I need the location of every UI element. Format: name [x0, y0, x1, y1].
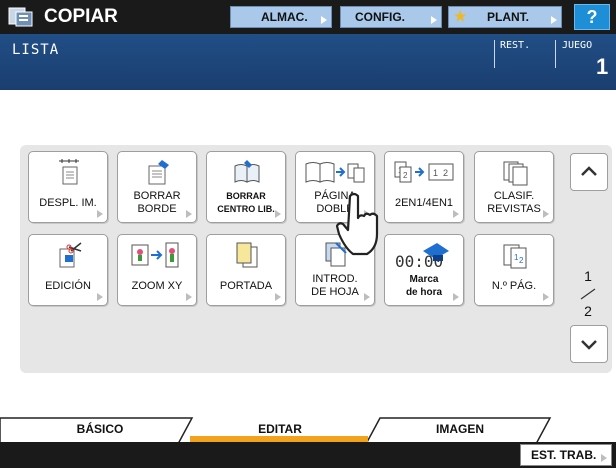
juego-value: 1: [596, 54, 609, 79]
xy-zoom-label: ZOOM XY: [131, 279, 183, 292]
magazine-sort-button[interactable]: CLASIF. REVISTAS: [474, 151, 554, 223]
triangle-icon: [431, 16, 437, 24]
edge-erase-button[interactable]: BORRAR BORDE: [117, 151, 197, 223]
svg-text:2: 2: [403, 171, 408, 180]
scroll-down-button[interactable]: [570, 325, 608, 363]
two-in-one-icon: 1 2 1 2: [394, 161, 454, 183]
triangle-icon: [275, 210, 281, 218]
job-status-button[interactable]: EST. TRAB.: [520, 444, 612, 466]
triangle-icon: [275, 293, 281, 301]
chevron-up-icon: [581, 166, 597, 176]
magazine-sort-icon: [503, 161, 528, 186]
svg-text:1: 1: [433, 168, 438, 178]
triangle-icon: [601, 454, 607, 462]
xy-zoom-icon: [131, 242, 179, 268]
two-in-one-label: 2EN1/4EN1: [394, 196, 454, 209]
config-label: CONFIG.: [355, 10, 405, 24]
book-center-erase-icon: [234, 160, 260, 183]
rest-label: REST.: [500, 40, 531, 51]
triangle-icon: [453, 210, 459, 218]
two-in-one-button[interactable]: 1 2 1 2 2EN1/4EN1: [384, 151, 464, 223]
config-button[interactable]: CONFIG.: [340, 6, 442, 28]
page-divider: [580, 288, 596, 300]
magazine-sort-label: CLASIF. REVISTAS: [487, 190, 541, 215]
top-bar: COPIAR ALMAC. CONFIG. ★ PLANT. ?: [0, 0, 616, 34]
page-number-label: N.º PÁG.: [491, 279, 537, 292]
cover-sheet-icon: [236, 242, 258, 268]
hand-cursor-icon: [336, 192, 379, 256]
tab-basico[interactable]: BÁSICO: [60, 414, 140, 444]
time-stamp-icon: 00:00: [395, 243, 449, 269]
divider: [555, 40, 556, 68]
triangle-icon: [551, 16, 557, 24]
scroll-up-button[interactable]: [570, 153, 608, 191]
help-button[interactable]: ?: [574, 4, 610, 30]
triangle-icon: [543, 293, 549, 301]
book-center-erase-button[interactable]: BORRAR CENTRO LIB.: [206, 151, 286, 223]
app-title: COPIAR: [44, 6, 118, 27]
triangle-icon: [364, 293, 370, 301]
image-shift-label: DESPL. IM.: [39, 196, 97, 209]
image-shift-icon: [59, 159, 79, 185]
edge-erase-icon: [148, 160, 169, 185]
sheet-insert-label: INTROD. DE HOJA: [311, 273, 359, 298]
triangle-icon: [97, 293, 103, 301]
book-center-erase-label: BORRAR CENTRO LIB.: [217, 191, 275, 214]
copier-icon: [8, 7, 33, 27]
job-status-label: EST. TRAB.: [531, 448, 597, 462]
triangle-icon: [97, 210, 103, 218]
triangle-icon: [453, 293, 459, 301]
edit-label: EDICIÓN: [45, 279, 91, 292]
chevron-down-icon: [581, 340, 597, 350]
cover-sheet-button[interactable]: PORTADA: [206, 234, 286, 306]
triangle-icon: [543, 210, 549, 218]
page-number-button[interactable]: 1 2 N.º PÁG.: [474, 234, 554, 306]
book-to-pages-icon: [305, 162, 365, 183]
page-total: 2: [584, 303, 592, 319]
star-icon: ★: [454, 8, 467, 24]
plant-button[interactable]: ★ PLANT.: [448, 6, 562, 28]
divider: [494, 40, 495, 68]
time-stamp-button[interactable]: 00:00 Marca de hora: [384, 234, 464, 306]
svg-text:2: 2: [519, 256, 524, 265]
triangle-icon: [186, 210, 192, 218]
plant-label: PLANT.: [487, 10, 529, 24]
image-shift-button[interactable]: DESPL. IM.: [28, 151, 108, 223]
almac-button[interactable]: ALMAC.: [230, 6, 332, 28]
page-number-icon: 1 2: [503, 244, 527, 269]
edge-erase-label: BORRAR BORDE: [133, 190, 181, 215]
status-bar: LISTA REST. JUEGO 1: [0, 34, 616, 90]
page-current: 1: [584, 268, 592, 284]
mode-label: LISTA: [12, 42, 60, 58]
cover-sheet-label: PORTADA: [219, 279, 273, 292]
triangle-icon: [321, 16, 327, 24]
svg-text:2: 2: [443, 168, 448, 178]
edit-scissors-icon: [59, 242, 82, 268]
edit-button[interactable]: EDICIÓN: [28, 234, 108, 306]
juego-label: JUEGO: [562, 40, 593, 51]
time-stamp-label: Marca de hora: [405, 274, 443, 298]
xy-zoom-button[interactable]: ZOOM XY: [117, 234, 197, 306]
tab-imagen[interactable]: IMAGEN: [420, 414, 500, 444]
triangle-icon: [186, 293, 192, 301]
almac-label: ALMAC.: [261, 10, 308, 24]
